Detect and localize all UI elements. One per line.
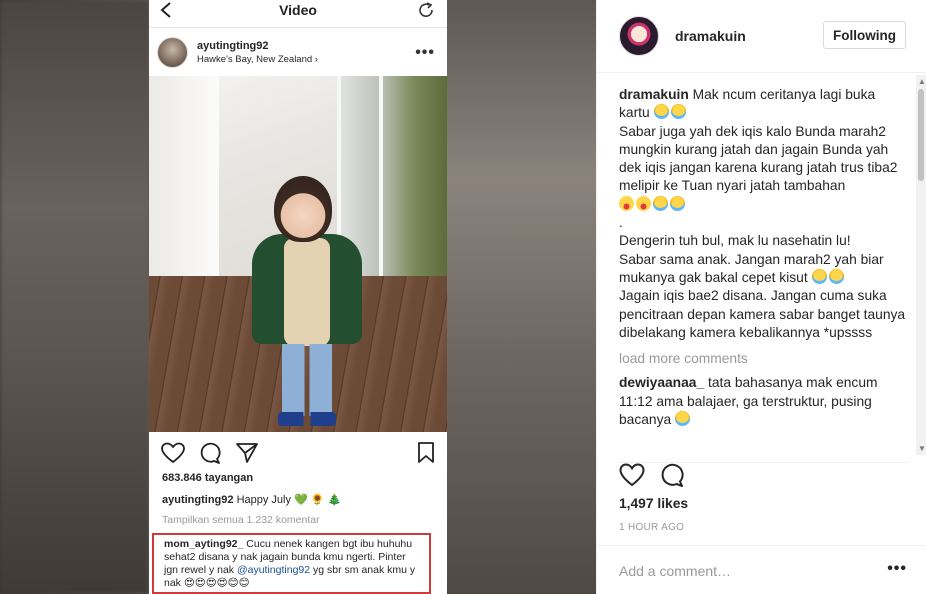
post-side-panel: dramakuin Following dramakuin Mak ncum c… bbox=[596, 0, 926, 594]
following-button[interactable]: Following bbox=[823, 21, 906, 49]
scroll-up-arrow-icon[interactable]: ▲ bbox=[918, 77, 926, 86]
child-figure bbox=[252, 176, 362, 432]
view-all-comments-link: Tampilkan semua 1.232 komentar bbox=[162, 514, 320, 526]
action-bar bbox=[619, 462, 909, 492]
comment: dewiyaanaa_ tata bahasanya mak encum 11:… bbox=[619, 374, 909, 429]
scrollbar-thumb[interactable] bbox=[918, 89, 924, 181]
crying-laughing-emoji-icon bbox=[670, 104, 686, 120]
post-timestamp: 1 HOUR AGO bbox=[619, 522, 685, 533]
comment-icon bbox=[200, 442, 221, 464]
heart-icon[interactable] bbox=[619, 463, 645, 487]
avatar[interactable] bbox=[619, 16, 659, 56]
caption-comment: dramakuin Mak ncum ceritanya lagi buka k… bbox=[619, 87, 906, 340]
chevron-left-icon bbox=[160, 2, 171, 18]
blurred-background-right bbox=[447, 0, 596, 594]
crying-laughing-emoji-icon bbox=[811, 268, 827, 284]
phone-username: ayutingting92 bbox=[197, 39, 269, 52]
bookmark-icon bbox=[418, 442, 434, 463]
scroll-down-arrow-icon[interactable]: ▼ bbox=[918, 444, 926, 453]
highlighted-comment: mom_ayting92_ Cucu nenek kangen bgt ibu … bbox=[152, 533, 431, 594]
add-comment-bar: ••• bbox=[597, 545, 926, 594]
caption-username[interactable]: dramakuin bbox=[619, 87, 689, 102]
like-count[interactable]: 1,497 likes bbox=[619, 496, 688, 511]
phone-caption: ayutingting92 Happy July 💚 🌻 🎄 bbox=[149, 493, 447, 506]
media-area: Video ayutingting92 Hawke's Bay, New Zea… bbox=[0, 0, 596, 594]
comment-mention: @ayutingting92 bbox=[236, 564, 311, 576]
post-username[interactable]: dramakuin bbox=[675, 28, 746, 44]
phone-header: Video bbox=[149, 0, 447, 28]
phone-action-bar bbox=[149, 432, 447, 476]
crying-laughing-emoji-icon bbox=[653, 104, 669, 120]
phone-post-header: ayutingting92 Hawke's Bay, New Zealand ›… bbox=[149, 28, 447, 76]
crying-laughing-emoji-icon bbox=[670, 195, 685, 211]
load-more-comments-link[interactable]: load more comments bbox=[619, 350, 909, 368]
caption-username: ayutingting92 bbox=[162, 494, 234, 506]
phone-location: Hawke's Bay, New Zealand › bbox=[197, 53, 318, 65]
add-comment-input[interactable] bbox=[619, 560, 869, 582]
crying-laughing-emoji-icon bbox=[828, 268, 844, 284]
refresh-icon bbox=[419, 2, 433, 17]
more-horizontal-icon[interactable]: ••• bbox=[887, 560, 907, 578]
more-horizontal-icon: ••• bbox=[415, 44, 435, 61]
caption-text: Happy July 💚 🌻 🎄 bbox=[236, 494, 342, 506]
comment-icon[interactable] bbox=[660, 463, 684, 487]
send-icon bbox=[236, 443, 258, 463]
tongue-emoji-icon bbox=[619, 195, 634, 211]
crying-laughing-emoji-icon bbox=[675, 411, 691, 427]
avatar bbox=[157, 36, 188, 68]
video-frame bbox=[149, 76, 447, 432]
comments-list: dramakuin Mak ncum ceritanya lagi buka k… bbox=[619, 86, 909, 452]
crying-laughing-emoji-icon bbox=[653, 195, 668, 211]
tongue-emoji-icon bbox=[636, 195, 651, 211]
blurred-background-left bbox=[0, 0, 149, 594]
post-header: dramakuin Following bbox=[597, 0, 926, 73]
comment-username[interactable]: dewiyaanaa_ bbox=[619, 375, 704, 390]
comment-username: mom_ayting92_ bbox=[164, 538, 244, 550]
phone-screenshot: Video ayutingting92 Hawke's Bay, New Zea… bbox=[149, 0, 447, 594]
phone-title: Video bbox=[279, 1, 317, 18]
comments-scrollbar[interactable]: ▲ ▼ bbox=[916, 75, 926, 455]
heart-icon bbox=[161, 442, 185, 464]
